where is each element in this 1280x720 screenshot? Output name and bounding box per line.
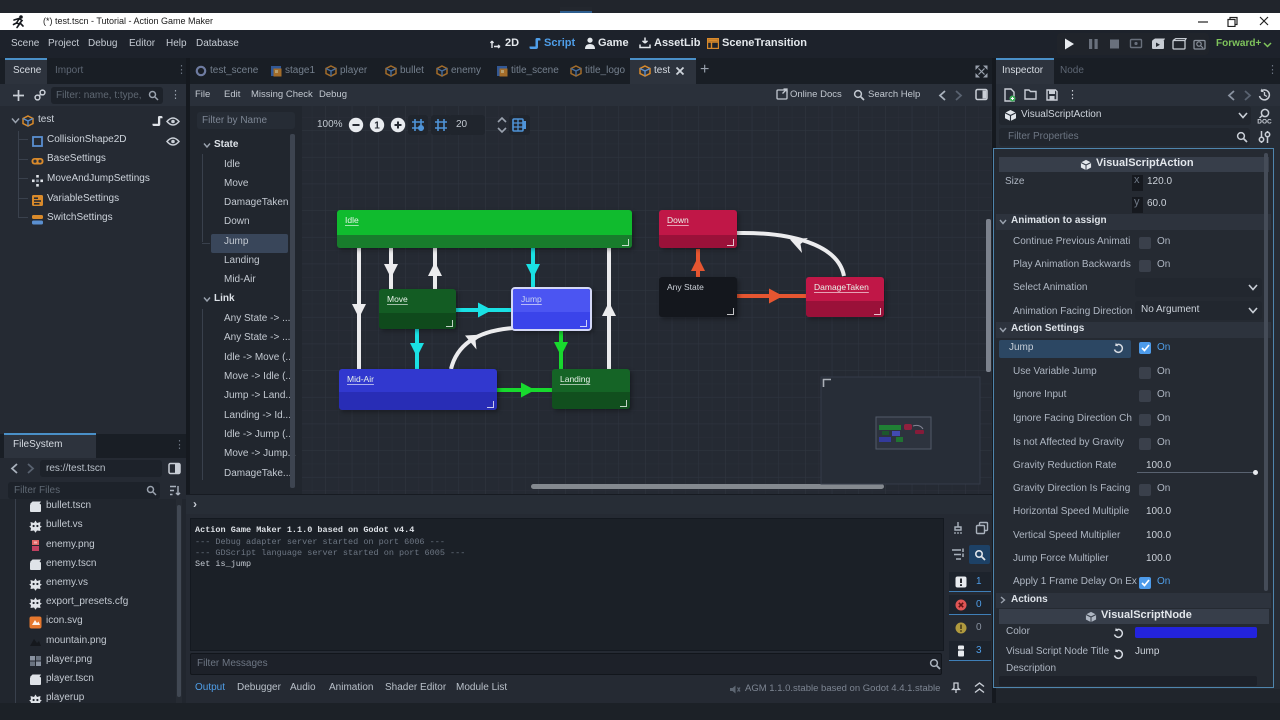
svg-text:1: 1 — [374, 121, 380, 132]
svg-text:DOC: DOC — [1257, 119, 1272, 125]
